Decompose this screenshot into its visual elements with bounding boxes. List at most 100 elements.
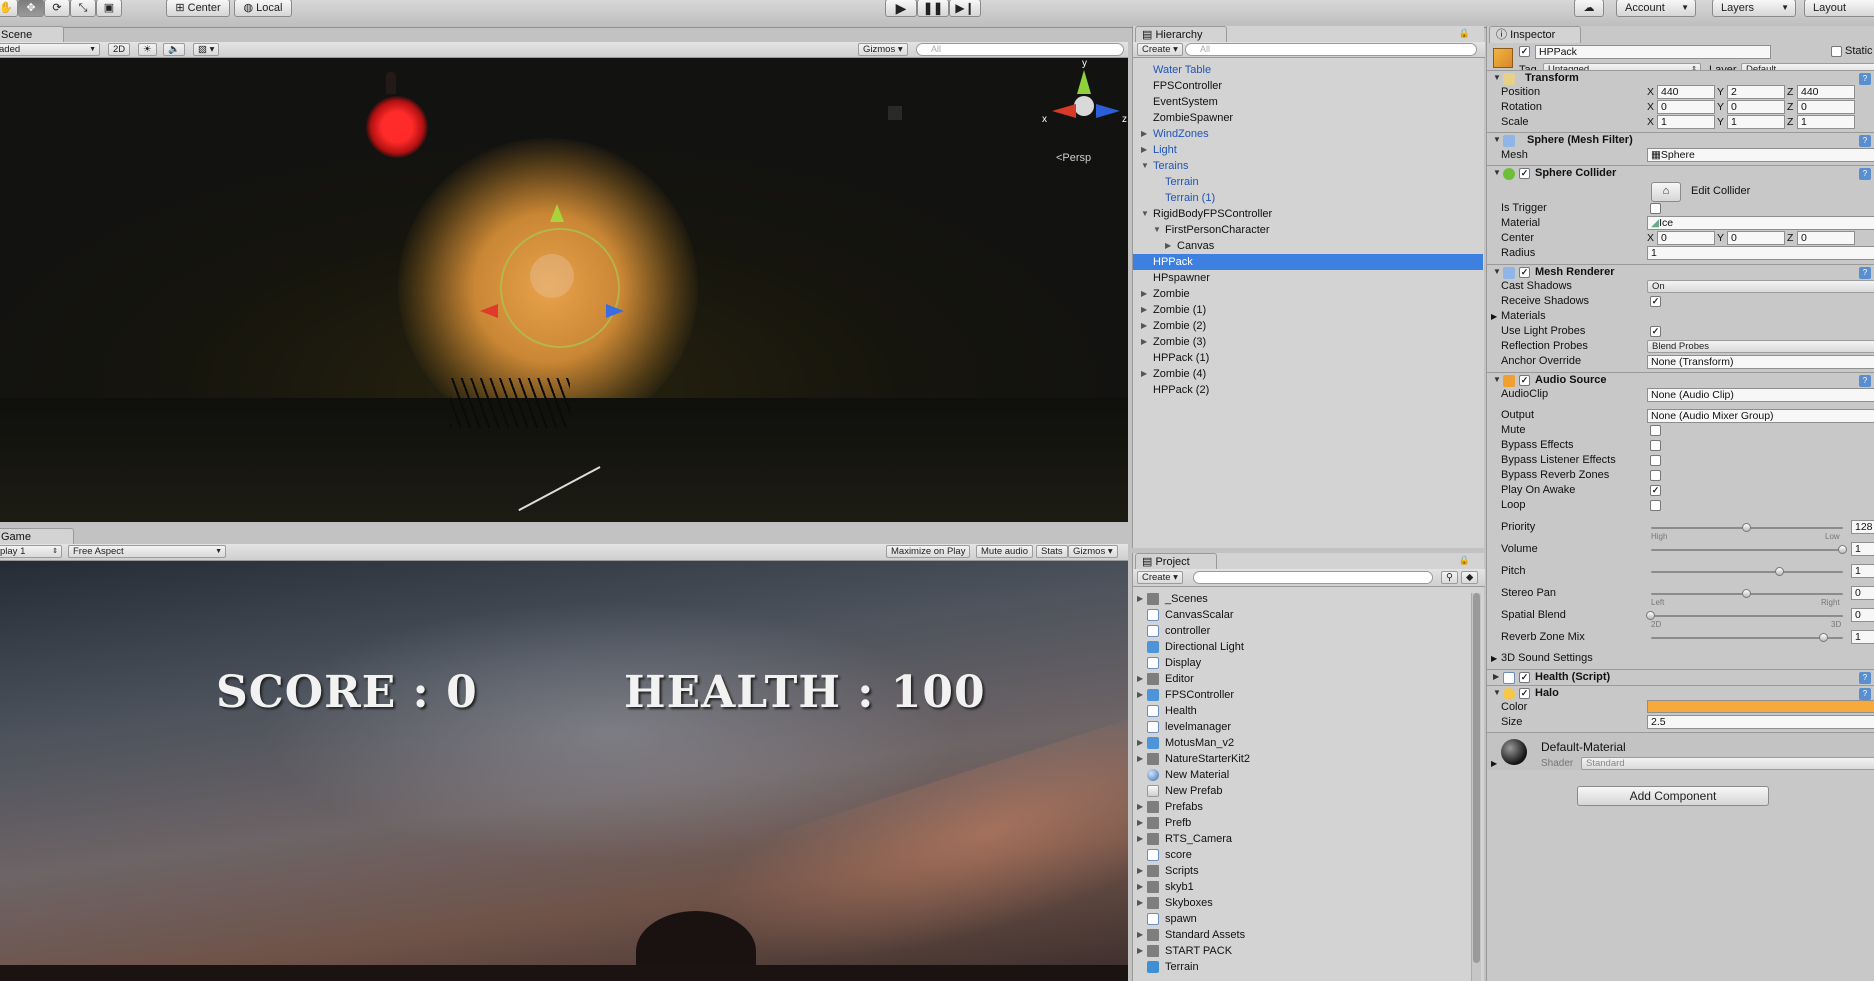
help-icon[interactable]: ? [1859,73,1871,85]
hierarchy-item[interactable]: FPSController [1133,78,1483,94]
hierarchy-item[interactable]: ▶ Zombie (1) [1133,302,1483,318]
hierarchy-item[interactable]: ▶ Light [1133,142,1483,158]
volume-knob[interactable] [1838,545,1847,554]
fold-arrow-icon[interactable]: ▶ [1137,927,1143,943]
project-item[interactable]: CanvasScalar [1133,607,1478,623]
fold-arrow-icon[interactable]: ▶ [1137,831,1143,847]
tab-scene[interactable]: Scene [0,26,64,43]
mesh-renderer-header[interactable]: ▼ ✓ Mesh Renderer? [1487,264,1874,281]
bypass-effects-checkbox[interactable] [1650,440,1661,451]
project-scrollbar[interactable] [1471,593,1481,981]
step-button[interactable]: ▶❙ [949,0,981,17]
fold-arrow-icon[interactable]: ▶ [1141,286,1147,302]
audioclip-field[interactable]: None (Audio Clip) [1647,388,1874,402]
materials-fold-icon[interactable]: ▶ [1491,312,1497,321]
project-item[interactable]: Display [1133,655,1478,671]
volume-field[interactable]: 1 [1851,542,1874,556]
display-dropdown[interactable]: play 1 ⇕ [0,545,62,558]
help-icon[interactable]: ? [1859,267,1871,279]
fold-arrow-icon[interactable]: ▶ [1137,751,1143,767]
position-x-field[interactable]: 440 [1657,85,1715,99]
effects-dropdown-icon[interactable]: ▧ ▾ [193,43,220,56]
fold-arrow-icon[interactable]: ▶ [1141,366,1147,382]
spatial-blend-slider[interactable] [1651,615,1843,617]
active-checkbox[interactable]: ✓ [1519,46,1530,57]
pause-button[interactable]: ❚❚ [917,0,949,17]
stereo-pan-field[interactable]: 0 [1851,586,1874,600]
project-item[interactable]: Terrain [1133,959,1478,975]
output-field[interactable]: None (Audio Mixer Group) [1647,409,1874,423]
priority-knob[interactable] [1742,523,1751,532]
priority-field[interactable]: 128 [1851,520,1874,534]
project-item[interactable]: ▶ Skyboxes [1133,895,1478,911]
tab-hierarchy[interactable]: ▤ Hierarchy [1135,26,1227,43]
static-checkbox[interactable] [1831,46,1842,57]
hierarchy-item[interactable]: HPPack [1133,254,1483,270]
project-item[interactable]: ▶ RTS_Camera [1133,831,1478,847]
project-item[interactable]: New Prefab [1133,783,1478,799]
project-item[interactable]: ▶ START PACK [1133,943,1478,959]
filter-type-icon[interactable]: ⚲ [1441,571,1458,584]
halo-enabled-checkbox[interactable]: ✓ [1519,688,1530,699]
tab-inspector[interactable]: ⓘ Inspector [1489,26,1581,43]
cloud-icon[interactable]: ☁ [1574,0,1604,17]
fold-arrow-icon[interactable]: ▶ [1141,142,1147,158]
filter-label-icon[interactable]: ◆ [1461,571,1479,584]
position-z-field[interactable]: 440 [1797,85,1855,99]
play-on-awake-checkbox[interactable]: ✓ [1650,485,1661,496]
reverb-mix-slider[interactable] [1651,637,1843,639]
game-gizmos-dropdown[interactable]: Gizmos ▾ [1068,545,1118,558]
project-item[interactable]: spawn [1133,911,1478,927]
hierarchy-item[interactable]: Terrain (1) [1133,190,1483,206]
move-handle-y[interactable] [550,204,564,222]
scale-tool-icon[interactable]: ⤡ [70,0,96,17]
fold-arrow-icon[interactable]: ▶ [1137,671,1143,687]
scale-y-field[interactable]: 1 [1727,115,1785,129]
is-trigger-checkbox[interactable] [1650,203,1661,214]
hand-tool-icon[interactable]: ✋ [0,0,18,17]
mesh-filter-header[interactable]: ▼ Sphere (Mesh Filter)? [1487,132,1874,149]
persp-label[interactable]: <Persp [1056,152,1091,164]
health-script-enabled-checkbox[interactable]: ✓ [1519,672,1530,683]
project-item[interactable]: ▶ Scripts [1133,863,1478,879]
health-script-header[interactable]: ▶ ✓ Health (Script)? [1487,669,1874,686]
stats-toggle[interactable]: Stats [1036,545,1068,558]
receive-shadows-checkbox[interactable]: ✓ [1650,296,1661,307]
rotation-y-field[interactable]: 0 [1727,100,1785,114]
hierarchy-item[interactable]: EventSystem [1133,94,1483,110]
physic-material-field[interactable]: ◢Ice [1647,216,1874,230]
rotation-x-field[interactable]: 0 [1657,100,1715,114]
fold-arrow-icon[interactable]: ▶ [1141,126,1147,142]
fold-arrow-icon[interactable]: ▶ [1137,943,1143,959]
hierarchy-item[interactable]: ▶ Canvas [1133,238,1483,254]
project-item[interactable]: controller [1133,623,1478,639]
help-icon[interactable]: ? [1859,168,1871,180]
scene-orientation-gizmo[interactable]: y x z [1040,58,1128,152]
hierarchy-item[interactable]: ZombieSpawner [1133,110,1483,126]
spatial-blend-knob[interactable] [1646,611,1655,620]
project-item[interactable]: ▶ Prefb [1133,815,1478,831]
project-item[interactable]: score [1133,847,1478,863]
sound-settings-fold-icon[interactable]: ▶ [1491,654,1497,663]
project-item[interactable]: ▶ NatureStarterKit2 [1133,751,1478,767]
project-item[interactable]: ▶ _Scenes [1133,591,1478,607]
fold-arrow-icon[interactable]: ▶ [1137,799,1143,815]
hierarchy-item[interactable]: ▼ Terains [1133,158,1483,174]
audio-source-enabled-checkbox[interactable]: ✓ [1519,375,1530,386]
scene-gizmos-dropdown[interactable]: Gizmos ▾ [858,43,908,56]
game-viewport[interactable]: SCORE : 0 HEALTH : 100 [0,561,1128,981]
lock-icon[interactable]: 🔒 [1459,555,1470,566]
fold-arrow-icon[interactable]: ▼ [1153,222,1161,238]
layers-dropdown[interactable]: Layers ▼ [1712,0,1796,17]
reverb-mix-field[interactable]: 1 [1851,630,1874,644]
maximize-on-play-toggle[interactable]: Maximize on Play [886,545,971,558]
fold-arrow-icon[interactable]: ▼ [1141,158,1149,174]
hierarchy-item[interactable]: HPspawner [1133,270,1483,286]
fold-arrow-icon[interactable]: ▶ [1137,687,1143,703]
mute-audio-toggle[interactable]: Mute audio [976,545,1034,558]
hierarchy-create-dropdown[interactable]: Create ▾ [1137,43,1183,56]
pivot-local-button[interactable]: ◍ Local [234,0,292,17]
rotation-z-field[interactable]: 0 [1797,100,1855,114]
hierarchy-item[interactable]: ▶ Zombie (3) [1133,334,1483,350]
halo-size-field[interactable]: 2.5 [1647,715,1874,729]
